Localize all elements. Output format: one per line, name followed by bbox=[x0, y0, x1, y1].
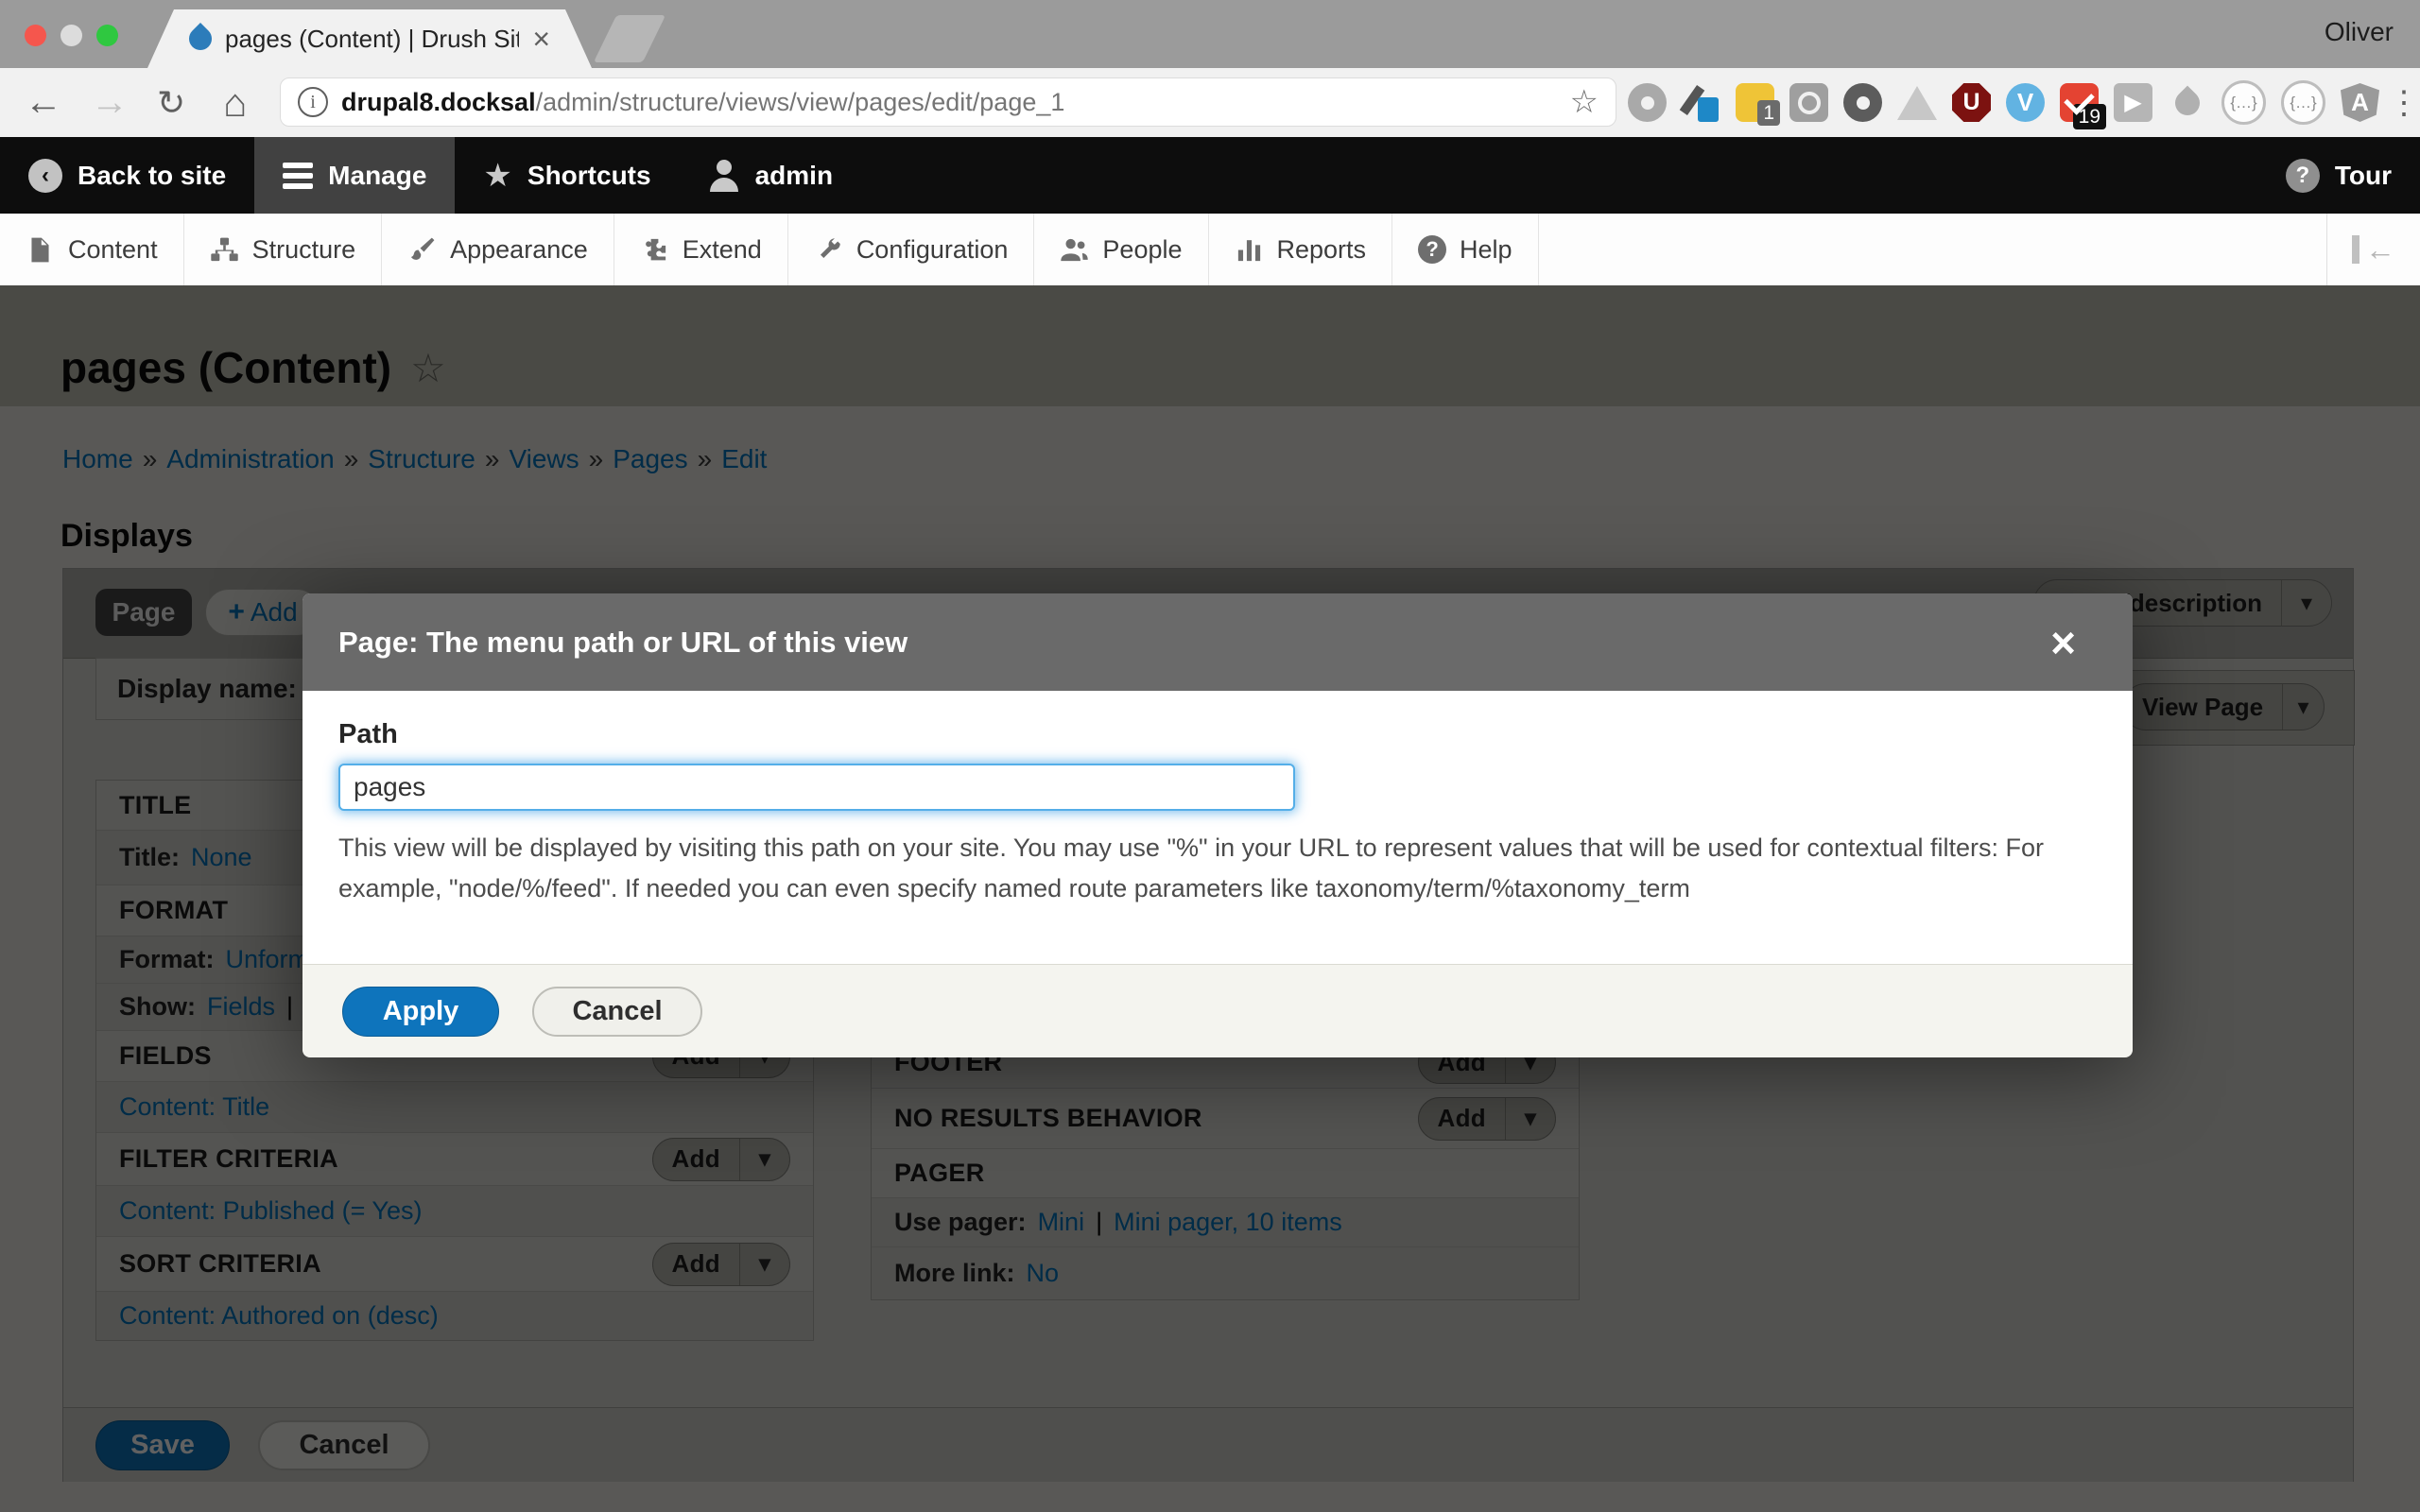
modal-footer: Apply Cancel bbox=[302, 964, 2133, 1057]
camera-extension-icon[interactable] bbox=[1789, 83, 1828, 122]
path-input[interactable] bbox=[338, 764, 1295, 811]
menu-item-help[interactable]: ? Help bbox=[1392, 214, 1539, 285]
menu-item-people[interactable]: People bbox=[1034, 214, 1208, 285]
onepassword-extension-icon[interactable]: 1 bbox=[1736, 83, 1774, 122]
tab-close-icon[interactable]: × bbox=[532, 24, 550, 54]
home-icon[interactable]: ⌂ bbox=[223, 68, 247, 137]
path-description-line2: example, "node/%/feed". If needed you ca… bbox=[338, 868, 2097, 909]
gear-extension-icon[interactable] bbox=[1628, 83, 1667, 122]
vimium-extension-icon[interactable]: V bbox=[2006, 83, 2045, 122]
tour-label: Tour bbox=[2335, 161, 2392, 191]
back-to-site-button[interactable]: ‹ Back to site bbox=[0, 137, 254, 214]
menu-item-extend[interactable]: Extend bbox=[614, 214, 788, 285]
json-braces-extension-icon[interactable]: {…} bbox=[2221, 80, 2266, 125]
bar-chart-icon bbox=[1235, 235, 1264, 265]
window-titlebar: Oliver pages (Content) | Drush Site-In × bbox=[0, 0, 2420, 68]
people-icon bbox=[1060, 235, 1089, 265]
play-extension-icon[interactable]: ▶ bbox=[2114, 83, 2152, 122]
star-icon: ★ bbox=[483, 157, 511, 195]
drupal-admin-toolbar: ‹ Back to site Manage ★ Shortcuts admin … bbox=[0, 137, 2420, 214]
path-description: This view will be displayed by visiting … bbox=[338, 828, 2097, 909]
puzzle-icon bbox=[640, 235, 669, 265]
menu-item-label: Appearance bbox=[450, 235, 588, 265]
back-to-site-label: Back to site bbox=[78, 161, 226, 191]
user-icon bbox=[708, 160, 740, 192]
bookmark-star-icon[interactable]: ☆ bbox=[1570, 83, 1599, 121]
menu-item-label: Structure bbox=[252, 235, 356, 265]
menu-item-configuration[interactable]: Configuration bbox=[788, 214, 1035, 285]
browser-tab[interactable]: pages (Content) | Drush Site-In × bbox=[147, 9, 592, 68]
menu-item-label: Reports bbox=[1277, 235, 1367, 265]
menu-item-label: Content bbox=[68, 235, 158, 265]
url-path: /admin/structure/views/view/pages/edit/p… bbox=[536, 88, 1065, 116]
document-icon bbox=[26, 235, 55, 265]
angular-extension-icon[interactable]: A bbox=[2341, 83, 2379, 122]
apply-button[interactable]: Apply bbox=[342, 987, 499, 1037]
address-bar[interactable]: i drupal8.docksal/admin/structure/views/… bbox=[280, 77, 1616, 127]
menu-item-label: People bbox=[1102, 235, 1182, 265]
menu-item-content[interactable]: Content bbox=[0, 214, 184, 285]
extensions-row: 1 U V 19 ▶ {…} {…} A ⋮ bbox=[1628, 68, 2413, 137]
modal-title: Page: The menu path or URL of this view bbox=[338, 626, 908, 660]
menu-item-appearance[interactable]: Appearance bbox=[382, 214, 614, 285]
page-info-icon[interactable]: i bbox=[298, 87, 328, 117]
eyedropper-extension-icon[interactable] bbox=[1682, 83, 1720, 122]
path-modal: Page: The menu path or URL of this view … bbox=[302, 593, 2133, 1057]
os-profile-name: Oliver bbox=[2325, 17, 2394, 47]
back-icon[interactable]: ← bbox=[25, 68, 62, 137]
shortcuts-button[interactable]: ★ Shortcuts bbox=[455, 137, 679, 214]
collapse-arrow-icon: ← bbox=[2365, 232, 2395, 267]
new-tab-button[interactable] bbox=[594, 15, 666, 62]
menu-item-label: Help bbox=[1460, 235, 1512, 265]
modal-body: Path This view will be displayed by visi… bbox=[302, 691, 2133, 964]
path-description-line1: This view will be displayed by visiting … bbox=[338, 828, 2097, 868]
modal-header[interactable]: Page: The menu path or URL of this view … bbox=[302, 593, 2133, 691]
shortcuts-label: Shortcuts bbox=[527, 161, 651, 191]
browser-toolbar: ← → ↻ ⌂ i drupal8.docksal/admin/structur… bbox=[0, 68, 2420, 137]
tour-button[interactable]: ? Tour bbox=[2257, 137, 2420, 214]
todoist-extension-icon[interactable]: 19 bbox=[2060, 83, 2099, 122]
help-icon: ? bbox=[1418, 235, 1446, 264]
manage-button[interactable]: Manage bbox=[254, 137, 455, 214]
reload-icon[interactable]: ↻ bbox=[157, 68, 185, 137]
menu-item-structure[interactable]: Structure bbox=[184, 214, 383, 285]
json-braces-extension-icon[interactable]: {…} bbox=[2281, 80, 2325, 125]
extension-badge: 1 bbox=[1757, 100, 1780, 126]
hamburger-icon bbox=[283, 163, 313, 189]
dark-gear-extension-icon[interactable] bbox=[1843, 83, 1882, 122]
drive-extension-icon[interactable] bbox=[1897, 86, 1937, 120]
paintbrush-icon bbox=[407, 235, 437, 265]
chevron-left-icon: ‹ bbox=[28, 159, 62, 193]
admin-user-button[interactable]: admin bbox=[680, 137, 861, 214]
drupal-menu-bar: Content Structure Appearance Extend Conf… bbox=[0, 214, 2420, 286]
menu-item-label: Configuration bbox=[856, 235, 1009, 265]
menu-item-reports[interactable]: Reports bbox=[1209, 214, 1393, 285]
admin-user-label: admin bbox=[755, 161, 833, 191]
ublock-extension-icon[interactable]: U bbox=[1952, 83, 1991, 122]
toolbar-collapse-button[interactable]: ← bbox=[2326, 214, 2420, 285]
close-icon[interactable]: × bbox=[2050, 621, 2076, 664]
sitemap-icon bbox=[210, 235, 239, 265]
drupal-extension-icon[interactable] bbox=[2168, 83, 2206, 122]
extension-badge: 19 bbox=[2073, 104, 2106, 129]
url-host: drupal8.docksal bbox=[341, 88, 536, 116]
path-label: Path bbox=[338, 719, 2097, 750]
menu-item-label: Extend bbox=[683, 235, 762, 265]
modal-cancel-button[interactable]: Cancel bbox=[532, 987, 702, 1037]
traffic-close-button[interactable] bbox=[25, 25, 46, 46]
traffic-minimize-button[interactable] bbox=[60, 25, 82, 46]
collapse-bar-icon bbox=[2352, 235, 2360, 264]
traffic-zoom-button[interactable] bbox=[96, 25, 118, 46]
forward-icon: → bbox=[91, 68, 129, 137]
manage-label: Manage bbox=[328, 161, 426, 191]
question-icon: ? bbox=[2286, 159, 2320, 193]
tab-title: pages (Content) | Drush Site-In bbox=[225, 25, 519, 54]
drupal-favicon-icon bbox=[184, 23, 216, 55]
wrench-icon bbox=[814, 235, 843, 265]
browser-menu-icon[interactable]: ⋮ bbox=[2394, 83, 2413, 122]
